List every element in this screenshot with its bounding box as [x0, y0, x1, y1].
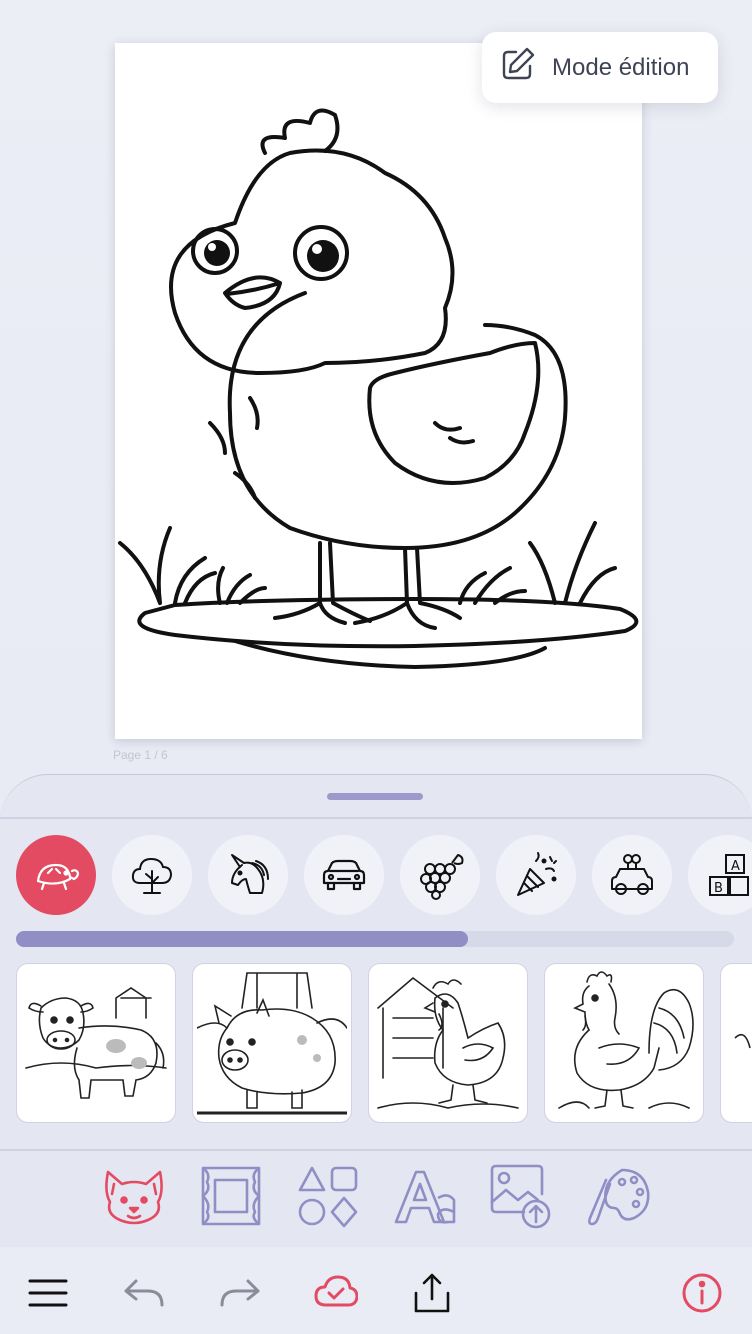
template-thumbnail-pig[interactable] [192, 963, 352, 1123]
share-button[interactable] [408, 1269, 456, 1317]
pencil-edit-icon [500, 46, 536, 89]
category-food[interactable] [400, 835, 480, 915]
category-animals[interactable] [16, 835, 96, 915]
template-thumbnail-hen[interactable] [368, 963, 528, 1123]
sheet-drag-handle[interactable] [327, 793, 423, 800]
edit-mode-button[interactable]: Mode édition [482, 32, 718, 103]
grapes-icon [420, 854, 464, 900]
tools-divider [0, 1149, 752, 1151]
template-thumbnail-cow[interactable] [16, 963, 176, 1123]
category-party[interactable] [496, 835, 576, 915]
car-icon [322, 859, 366, 891]
toy-car-icon [611, 854, 653, 895]
category-scroll-thumb[interactable] [16, 931, 469, 947]
info-button[interactable] [678, 1269, 726, 1317]
frames-tool-button[interactable] [195, 1161, 267, 1231]
edit-mode-label: Mode édition [552, 53, 690, 81]
cow-drawing [25, 987, 167, 1099]
category-scroll-track[interactable] [16, 931, 734, 947]
page-indicator: Page 1 / 6 [113, 748, 168, 762]
chick-drawing[interactable] [115, 43, 642, 739]
text-tool-button[interactable] [390, 1161, 462, 1231]
svg-text:A: A [731, 859, 740, 874]
category-vehicles[interactable] [304, 835, 384, 915]
category-fantasy[interactable] [208, 835, 288, 915]
party-popper-icon [517, 852, 557, 896]
svg-text:B: B [714, 881, 723, 896]
template-thumbnail-list[interactable] [16, 963, 752, 1123]
partial-drawing [734, 1033, 751, 1049]
shapes-tool-button[interactable] [292, 1161, 364, 1231]
paint-tool-button[interactable] [582, 1161, 654, 1231]
redo-button[interactable] [216, 1269, 264, 1317]
abc-blocks-icon: A B [709, 854, 749, 896]
category-carousel[interactable]: A B [16, 835, 752, 915]
category-toys[interactable] [592, 835, 672, 915]
bottom-sheet: A B [0, 774, 752, 1334]
share-icon [414, 1273, 450, 1313]
turtle-icon [36, 863, 80, 891]
palette-icon [588, 1168, 650, 1226]
fox-sticker-icon [105, 1170, 163, 1225]
text-icon [394, 1170, 456, 1224]
info-icon [682, 1273, 722, 1313]
tool-bar [0, 1161, 752, 1231]
tree-icon [131, 857, 173, 894]
bottom-action-bar [0, 1247, 752, 1334]
coloring-page[interactable] [115, 43, 642, 739]
redo-icon [220, 1279, 260, 1307]
sheet-divider [0, 817, 752, 819]
menu-button[interactable] [24, 1269, 72, 1317]
frame-icon [201, 1166, 261, 1226]
shapes-icon [298, 1166, 358, 1228]
rooster-drawing [558, 971, 694, 1109]
image-upload-icon [490, 1164, 551, 1229]
template-thumbnail-next[interactable] [720, 963, 752, 1123]
canvas-area: Page 1 / 6 Mode édition [0, 0, 752, 780]
image-tool-button[interactable] [486, 1161, 558, 1231]
menu-icon [28, 1279, 68, 1307]
undo-icon [124, 1279, 164, 1307]
save-cloud-button[interactable] [312, 1269, 360, 1317]
unicorn-icon [231, 854, 269, 894]
hen-drawing [377, 976, 519, 1109]
cloud-save-icon [314, 1275, 358, 1307]
category-learning[interactable]: A B [688, 835, 752, 915]
template-thumbnail-rooster[interactable] [544, 963, 704, 1123]
category-nature[interactable] [112, 835, 192, 915]
stickers-tool-button[interactable] [98, 1161, 170, 1231]
undo-button[interactable] [120, 1269, 168, 1317]
pig-drawing [197, 972, 347, 1115]
